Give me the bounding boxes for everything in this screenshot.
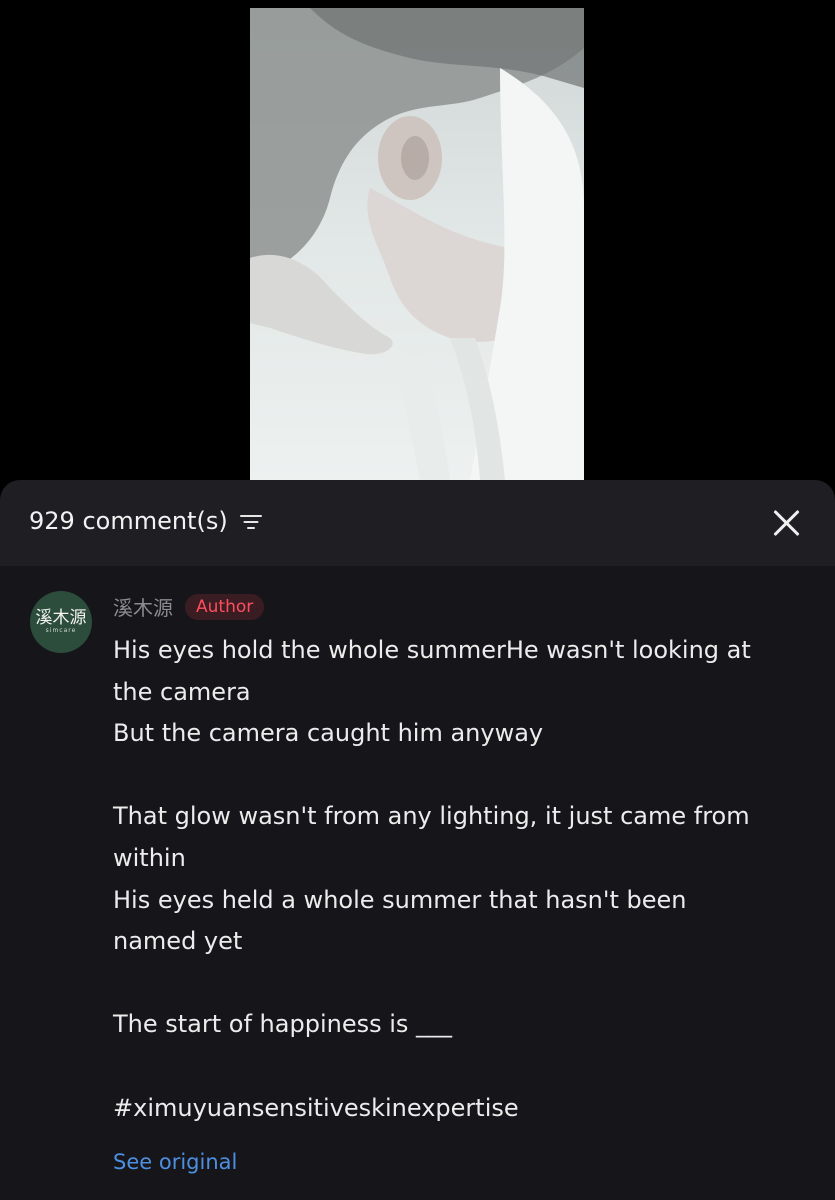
comment-line: within xyxy=(113,843,186,872)
comments-sheet: 929 comment(s) 溪木源 simcare 溪木源 Author Hi… xyxy=(0,480,835,1200)
comment-header: 溪木源 Author xyxy=(113,592,265,621)
comment-line: His eyes held a whole summer that hasn't… xyxy=(113,885,687,914)
video-frame-illustration xyxy=(250,8,584,480)
avatar-logo-subtext: simcare xyxy=(45,627,77,634)
comment-line: The start of happiness is ___ xyxy=(113,1010,453,1039)
comment-line: the camera xyxy=(113,677,251,706)
avatar-logo-text: 溪木源 xyxy=(35,608,87,628)
username[interactable]: 溪木源 xyxy=(113,592,173,621)
sort-filter-icon[interactable] xyxy=(239,512,262,530)
comments-header: 929 comment(s) xyxy=(0,480,835,566)
close-icon[interactable] xyxy=(771,508,801,538)
hashtag-link[interactable]: #ximuyuansensitiveskinexpertise xyxy=(113,1088,813,1130)
comment-count-label: 929 comment(s) xyxy=(29,507,228,535)
video-frame-image[interactable] xyxy=(250,8,584,480)
comment-line: But the camera caught him anyway xyxy=(113,719,544,748)
comment-line: His eyes hold the whole summerHe wasn't … xyxy=(113,636,751,664)
comment-line: That glow wasn't from any lighting, it j… xyxy=(113,802,750,831)
video-area[interactable] xyxy=(0,0,835,480)
comment-text: His eyes hold the whole summerHe wasn't … xyxy=(113,630,813,1129)
author-badge: Author xyxy=(185,593,265,620)
avatar[interactable]: 溪木源 simcare xyxy=(30,591,92,653)
see-original-link[interactable]: See original xyxy=(113,1150,237,1174)
comment-count[interactable]: 929 comment(s) xyxy=(29,504,262,538)
comment-line: named yet xyxy=(113,927,243,956)
